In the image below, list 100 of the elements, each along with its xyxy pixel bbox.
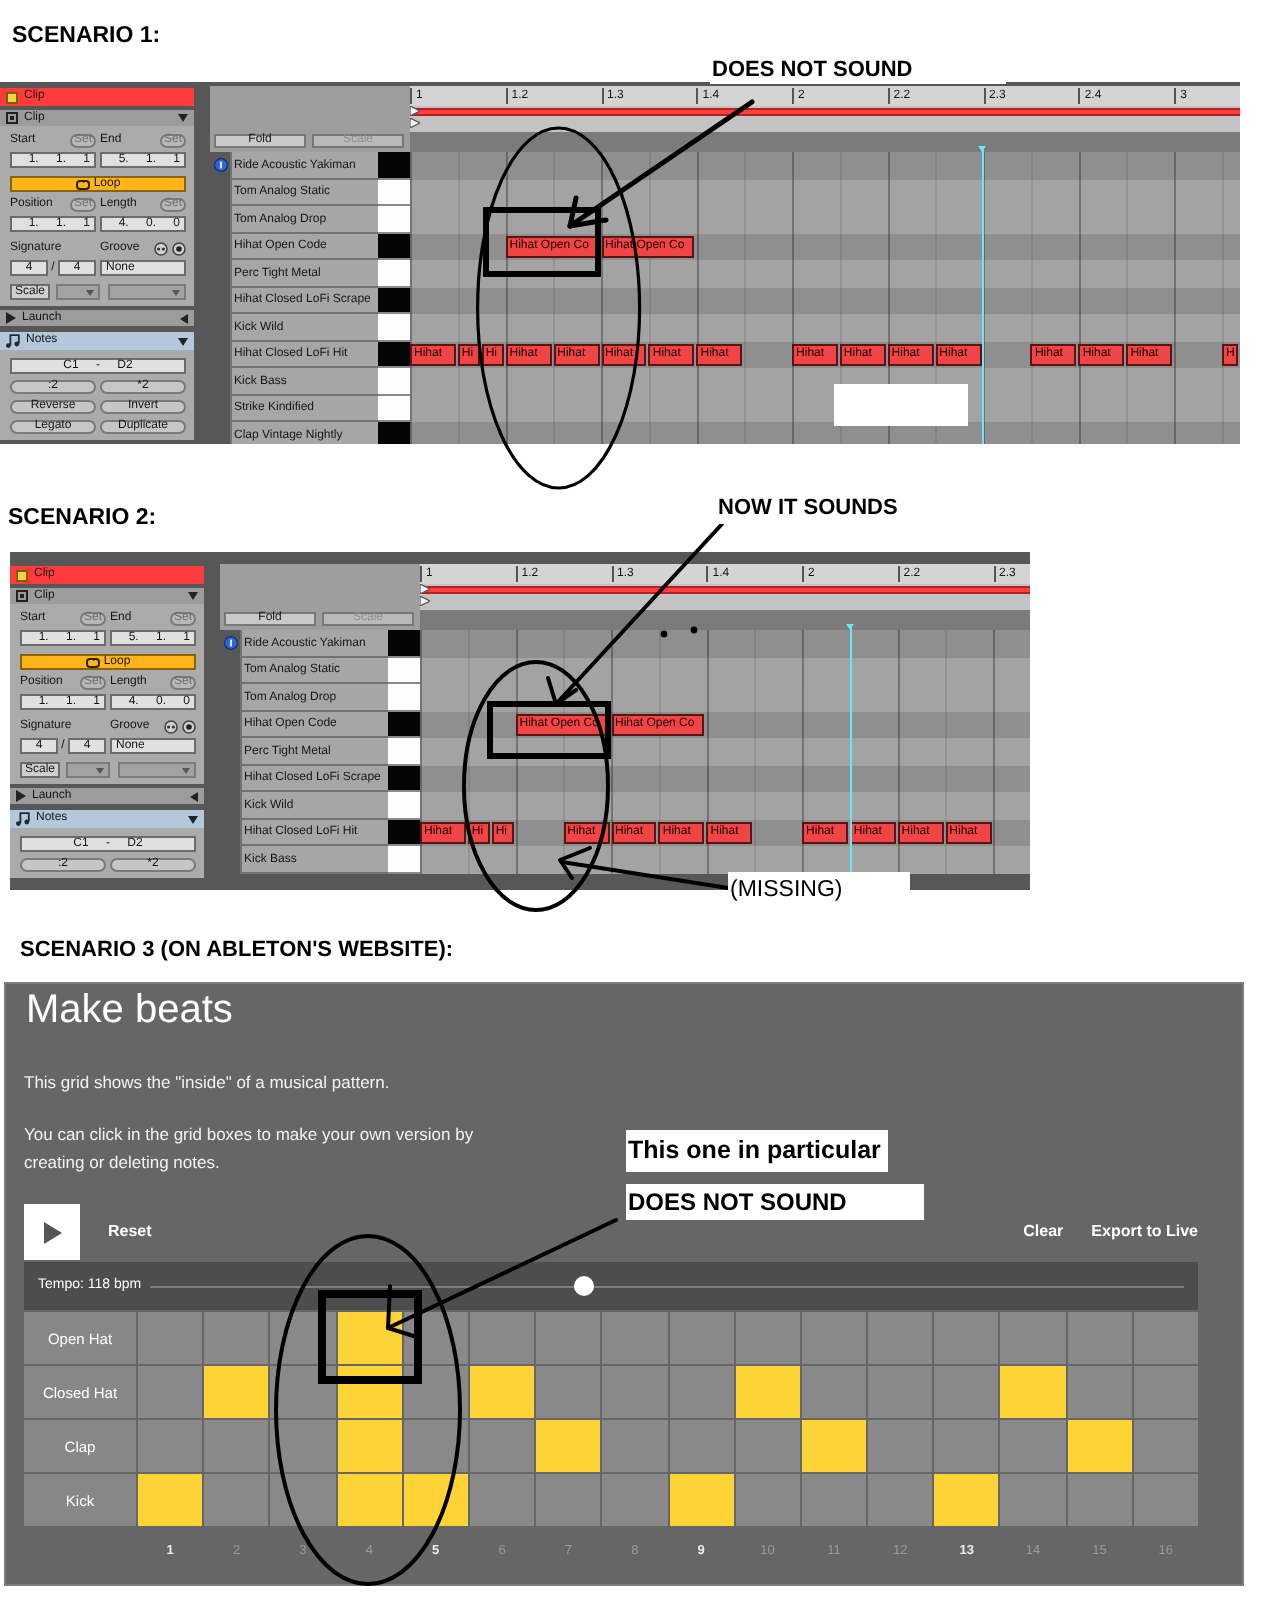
step-cell[interactable] (801, 1474, 867, 1526)
target-icon (172, 242, 186, 256)
step-cell[interactable] (1133, 1366, 1198, 1418)
step-cell[interactable] (801, 1420, 867, 1472)
step-cell[interactable] (337, 1420, 402, 1472)
step-cell[interactable] (801, 1366, 867, 1418)
step-cell[interactable] (1000, 1474, 1066, 1526)
step-cell[interactable] (669, 1420, 734, 1472)
piano-key[interactable] (388, 846, 420, 873)
step-cell[interactable] (602, 1474, 667, 1526)
piano-key[interactable] (388, 738, 420, 765)
step-cell[interactable] (536, 1312, 601, 1364)
step-cell[interactable] (868, 1312, 933, 1364)
step-cell[interactable] (1133, 1474, 1198, 1526)
piano-key[interactable] (388, 819, 420, 846)
piano-key[interactable] (378, 179, 410, 206)
step-cell[interactable] (934, 1366, 999, 1418)
step-cell[interactable] (669, 1366, 734, 1418)
step-cell[interactable] (934, 1420, 999, 1472)
step-cell[interactable] (204, 1312, 269, 1364)
step-cell[interactable] (868, 1420, 933, 1472)
step-cell[interactable] (469, 1474, 535, 1526)
piano-key[interactable] (378, 260, 410, 287)
step-cell[interactable] (1000, 1420, 1066, 1472)
step-cell[interactable] (602, 1420, 667, 1472)
step-cell[interactable] (270, 1420, 336, 1472)
selection-dot-icon (213, 158, 227, 173)
piano-key[interactable] (378, 206, 410, 233)
step-cell[interactable] (138, 1366, 203, 1418)
piano-key[interactable] (388, 711, 420, 738)
step-cell[interactable] (1000, 1312, 1066, 1364)
piano-key[interactable] (378, 395, 410, 422)
caret-icon (96, 767, 104, 773)
play-button[interactable] (24, 1204, 80, 1260)
step-cell[interactable] (138, 1474, 203, 1526)
piano-key[interactable] (378, 341, 410, 368)
instructions-text: You can click in the grid boxes to make your own version by creating or deleting notes. (24, 1122, 476, 1176)
piano-key[interactable] (388, 630, 420, 657)
action-link[interactable]: Clear (1023, 1220, 1064, 1244)
step-cell[interactable] (735, 1474, 800, 1526)
step-cell[interactable] (934, 1312, 999, 1364)
step-cell[interactable] (270, 1474, 336, 1526)
step-cell[interactable] (1133, 1420, 1198, 1472)
action-link[interactable]: Export to Live (1091, 1220, 1198, 1244)
step-cell[interactable] (934, 1474, 999, 1526)
step-cell[interactable] (536, 1420, 601, 1472)
reset-link[interactable]: Reset (108, 1220, 152, 1244)
step-cell[interactable] (1067, 1366, 1132, 1418)
piano-key[interactable] (388, 792, 420, 819)
step-cell[interactable] (602, 1366, 667, 1418)
piano-key[interactable] (388, 657, 420, 684)
piano-key[interactable] (388, 765, 420, 792)
step-cell[interactable] (469, 1366, 535, 1418)
selection-dot-icon (223, 636, 237, 651)
step-cell[interactable] (735, 1366, 800, 1418)
step-cell[interactable] (669, 1312, 734, 1364)
callout-label: DOES NOT SOUND (626, 1184, 924, 1220)
dropdown-field[interactable] (66, 762, 110, 778)
piano-key[interactable] (378, 152, 410, 179)
step-cell[interactable] (469, 1420, 535, 1472)
step-cell[interactable] (204, 1366, 269, 1418)
piano-key[interactable] (378, 287, 410, 314)
step-cell[interactable] (337, 1474, 402, 1526)
step-cell[interactable] (337, 1312, 402, 1364)
step-cell[interactable] (138, 1420, 203, 1472)
step-cell[interactable] (204, 1474, 269, 1526)
caret-icon (86, 289, 94, 295)
step-cell[interactable] (868, 1366, 933, 1418)
step-cell[interactable] (469, 1312, 535, 1364)
step-cell[interactable] (1067, 1474, 1132, 1526)
step-cell[interactable] (536, 1366, 601, 1418)
dropdown-field[interactable] (108, 284, 186, 300)
step-cell[interactable] (1067, 1312, 1132, 1364)
step-cell[interactable] (669, 1474, 734, 1526)
step-cell[interactable] (735, 1312, 800, 1364)
step-cell[interactable] (1133, 1312, 1198, 1364)
step-cell[interactable] (602, 1312, 667, 1364)
scenario-heading: SCENARIO 1: (12, 22, 161, 52)
piano-key[interactable] (378, 233, 410, 260)
step-cell[interactable] (403, 1474, 468, 1526)
step-cell[interactable] (403, 1420, 468, 1472)
music-note-icon (6, 334, 20, 348)
dropdown-field[interactable] (118, 762, 196, 778)
square-icon (6, 91, 18, 103)
slider-thumb[interactable] (573, 1276, 594, 1296)
piano-key[interactable] (378, 368, 410, 395)
step-cell[interactable] (1067, 1420, 1132, 1472)
piano-key[interactable] (378, 314, 410, 341)
caret-icon (172, 289, 180, 295)
step-cell[interactable] (1000, 1366, 1066, 1418)
intro-text: This grid shows the "inside" of a musical pattern. (24, 1070, 390, 1094)
step-cell[interactable] (735, 1420, 800, 1472)
step-cell[interactable] (138, 1312, 203, 1364)
caret-icon (182, 767, 190, 773)
step-cell[interactable] (536, 1474, 601, 1526)
dropdown-field[interactable] (56, 284, 100, 300)
step-cell[interactable] (204, 1420, 269, 1472)
piano-key[interactable] (388, 684, 420, 711)
step-cell[interactable] (868, 1474, 933, 1526)
step-cell[interactable] (801, 1312, 867, 1364)
